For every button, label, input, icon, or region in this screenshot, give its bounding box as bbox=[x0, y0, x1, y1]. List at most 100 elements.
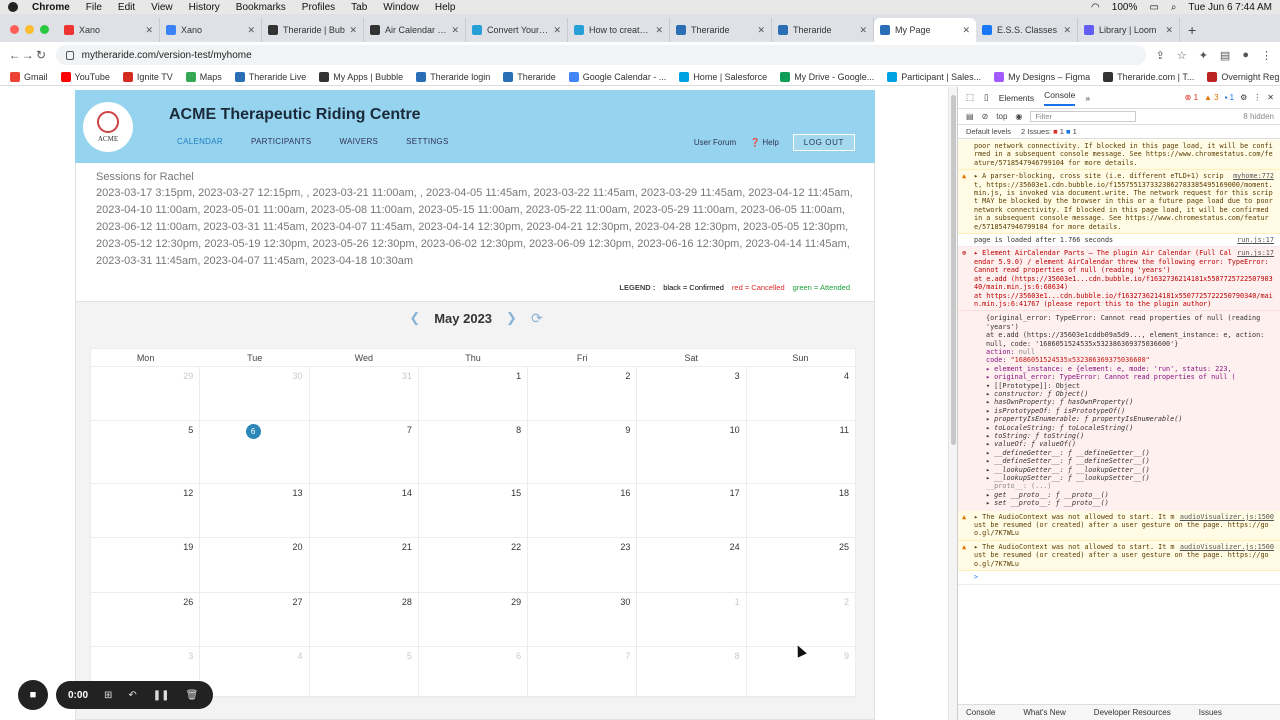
calendar-day[interactable]: 29 bbox=[419, 593, 529, 646]
bookmark-item[interactable]: My Apps | Bubble bbox=[319, 71, 403, 82]
page-scrollbar[interactable] bbox=[948, 87, 957, 720]
tree-row[interactable]: action: null bbox=[986, 348, 1274, 356]
menu-app[interactable]: Chrome bbox=[32, 2, 70, 13]
tree-row[interactable]: ▸ constructor: ƒ Object() bbox=[986, 390, 1274, 398]
close-window-icon[interactable] bbox=[10, 25, 19, 34]
minimize-window-icon[interactable] bbox=[25, 25, 34, 34]
bookmark-item[interactable]: Theraride bbox=[503, 71, 556, 82]
tree-row[interactable]: ▸ toLocaleString: ƒ toLocaleString() bbox=[986, 424, 1274, 432]
tree-row[interactable]: ▸ original_error: TypeError: Cannot read… bbox=[986, 373, 1274, 381]
levels-dropdown[interactable]: Default levels bbox=[966, 127, 1011, 136]
calendar-day[interactable]: 7 bbox=[310, 421, 419, 483]
more-menu-icon[interactable]: ⋮ bbox=[1261, 49, 1272, 62]
browser-tab[interactable]: Library | Loom ✕ bbox=[1078, 18, 1180, 42]
calendar-day[interactable]: 29 bbox=[91, 367, 201, 420]
calendar-day[interactable]: 25 bbox=[747, 538, 855, 592]
url-text[interactable]: mytheraride.com/version-test/myhome bbox=[82, 50, 252, 61]
tree-row[interactable]: ▸ propertyIsEnumerable: ƒ propertyIsEnum… bbox=[986, 415, 1274, 423]
scrollbar-thumb[interactable] bbox=[951, 95, 956, 445]
object-tree[interactable]: {original_error: TypeError: Cannot read … bbox=[958, 311, 1280, 511]
acme-logo[interactable]: ACME bbox=[83, 102, 133, 152]
context-selector[interactable]: top bbox=[996, 112, 1007, 121]
calendar-day[interactable]: 24 bbox=[637, 538, 747, 592]
tree-row[interactable]: ▸ __lookupGetter__: ƒ __lookupGetter__() bbox=[986, 466, 1274, 474]
tree-row[interactable]: ▸ hasOwnProperty: ƒ hasOwnProperty() bbox=[986, 398, 1274, 406]
close-tab-icon[interactable]: ✕ bbox=[247, 25, 255, 36]
bookmark-item[interactable]: Overnight Registr... bbox=[1207, 71, 1280, 82]
drawer-tab-console[interactable]: Console bbox=[966, 708, 995, 717]
tree-row[interactable]: ▸ toString: ƒ toString() bbox=[986, 432, 1274, 440]
tree-row[interactable]: ▸ __lookupSetter__: ƒ __lookupSetter__() bbox=[986, 474, 1274, 482]
close-tab-icon[interactable]: ✕ bbox=[145, 25, 153, 36]
new-tab-icon[interactable]: + bbox=[1188, 18, 1196, 42]
calendar-day[interactable]: 28 bbox=[310, 593, 419, 646]
close-devtools-icon[interactable]: ✕ bbox=[1267, 93, 1274, 102]
menu-help[interactable]: Help bbox=[435, 2, 456, 13]
browser-tab[interactable]: Xano ✕ bbox=[58, 18, 160, 42]
issues-link[interactable]: 2 Issues: ■ 1 ■ 1 bbox=[1021, 127, 1077, 136]
drawer-tab-developer-resources[interactable]: Developer Resources bbox=[1094, 708, 1171, 717]
bookmark-item[interactable]: YouTube bbox=[60, 71, 110, 82]
calendar-day[interactable]: 9 bbox=[528, 421, 638, 483]
console-source-link[interactable]: run.js:17 bbox=[1237, 236, 1274, 244]
share-icon[interactable]: ⇪ bbox=[1156, 49, 1165, 62]
settings-gear-icon[interactable]: ⚙ bbox=[1240, 93, 1247, 102]
tree-row[interactable]: ▸ __defineSetter__: ƒ __defineSetter__() bbox=[986, 457, 1274, 465]
calendar-day[interactable]: 27 bbox=[200, 593, 310, 646]
tree-row[interactable]: ▸ isPrototypeOf: ƒ isPrototypeOf() bbox=[986, 407, 1274, 415]
calendar-day[interactable]: 6 bbox=[419, 647, 529, 696]
drawer-tab-issues[interactable]: Issues bbox=[1199, 708, 1222, 717]
browser-tab[interactable]: E.S.S. Classes ✕ bbox=[976, 18, 1078, 42]
drawer-tab-whats-new[interactable]: What's New bbox=[1023, 708, 1065, 717]
prev-month-icon[interactable]: ❮ bbox=[409, 310, 420, 326]
lock-icon[interactable] bbox=[65, 50, 74, 60]
bookmark-item[interactable]: Google Calendar - ... bbox=[568, 71, 666, 82]
apple-icon[interactable] bbox=[8, 2, 18, 12]
calendar-day[interactable]: 30 bbox=[200, 367, 310, 420]
grid-icon[interactable]: ⊞ bbox=[104, 690, 112, 701]
tree-row[interactable]: ▾ [[Prototype]]: Object bbox=[986, 382, 1274, 390]
tree-row[interactable]: ▸ __defineGetter__: ƒ __defineGetter__() bbox=[986, 449, 1274, 457]
tree-row[interactable]: at e.add (https://35603e1cddb09a5d9..., … bbox=[986, 331, 1274, 348]
calendar-day[interactable]: 17 bbox=[637, 484, 747, 537]
close-tab-icon[interactable]: ✕ bbox=[349, 25, 357, 36]
info-count-badge[interactable]: ▪ 1 bbox=[1225, 93, 1235, 102]
console-source-link[interactable]: audioVisualizer.js:1500 bbox=[1180, 513, 1274, 521]
next-month-icon[interactable]: ❯ bbox=[506, 310, 517, 326]
calendar-day[interactable]: 1 bbox=[637, 593, 747, 646]
battery-icon[interactable]: ▭ bbox=[1149, 2, 1158, 13]
sidebar-toggle-icon[interactable]: ▤ bbox=[966, 112, 974, 121]
eye-icon[interactable]: ◉ bbox=[1015, 112, 1022, 121]
tree-row[interactable]: ▸ element_instance: e {element: e, mode:… bbox=[986, 365, 1274, 373]
kebab-icon[interactable]: ⋮ bbox=[1253, 93, 1261, 102]
calendar-day[interactable]: 21 bbox=[310, 538, 419, 592]
clock[interactable]: Tue Jun 6 7:44 AM bbox=[1188, 2, 1272, 13]
close-tab-icon[interactable]: ✕ bbox=[962, 25, 970, 36]
bookmark-item[interactable]: Maps bbox=[185, 71, 222, 82]
console-filter-input[interactable]: Filter bbox=[1030, 111, 1137, 122]
browser-tab[interactable]: Theraride ✕ bbox=[670, 18, 772, 42]
menu-profiles[interactable]: Profiles bbox=[302, 2, 335, 13]
forward-icon[interactable]: → bbox=[21, 48, 34, 62]
calendar-day[interactable]: 14 bbox=[310, 484, 419, 537]
tree-row[interactable]: ▸ get __proto__: ƒ __proto__() bbox=[986, 491, 1274, 499]
browser-tab[interactable]: Air Calendar (Fu ✕ bbox=[364, 18, 466, 42]
calendar-day[interactable]: 26 bbox=[91, 593, 201, 646]
calendar-day[interactable]: 5 bbox=[91, 421, 201, 483]
calendar-day[interactable]: 3 bbox=[637, 367, 747, 420]
console-prompt[interactable]: > bbox=[958, 571, 1280, 585]
menu-tab[interactable]: Tab bbox=[351, 2, 367, 13]
calendar-day[interactable]: 19 bbox=[91, 538, 201, 592]
menu-bookmarks[interactable]: Bookmarks bbox=[236, 2, 286, 13]
close-tab-icon[interactable]: ✕ bbox=[757, 25, 765, 36]
sidepanel-icon[interactable]: ▤ bbox=[1220, 49, 1230, 62]
calendar-day[interactable]: 30 bbox=[528, 593, 638, 646]
console-source-link[interactable]: myhome:772 bbox=[1233, 172, 1274, 180]
browser-tab[interactable]: My Page ✕ bbox=[874, 18, 976, 42]
help-link[interactable]: ❓ Help bbox=[750, 138, 779, 147]
calendar-day[interactable]: 4 bbox=[200, 647, 310, 696]
tree-row[interactable]: __proto__: (...) bbox=[986, 482, 1274, 490]
inspect-icon[interactable]: ⬚ bbox=[966, 92, 974, 103]
address-bar[interactable]: mytheraride.com/version-test/myhome bbox=[55, 45, 1146, 65]
calendar-day[interactable]: 2 bbox=[747, 593, 855, 646]
